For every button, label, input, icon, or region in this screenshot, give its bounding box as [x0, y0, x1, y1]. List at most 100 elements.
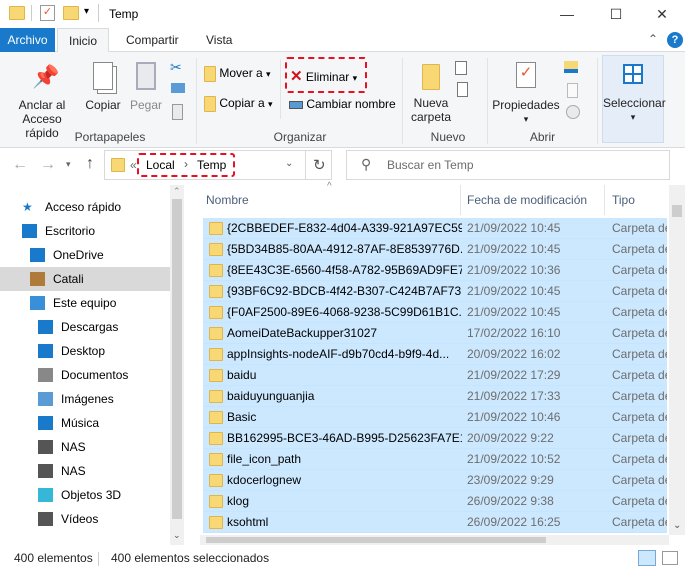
sidebar-item-label: Vídeos — [61, 512, 99, 526]
nav-scrollbar[interactable]: ⌃ ⌄ — [170, 185, 184, 545]
paste-button[interactable]: Pegar — [128, 54, 164, 112]
file-row[interactable]: klog 26/09/2022 9:38 Carpeta de — [203, 491, 667, 512]
window-title: Temp — [109, 7, 139, 21]
sidebar-item[interactable]: Imágenes — [0, 387, 170, 411]
file-row[interactable]: {93BF6C92-BDCB-4f42-B307-C424B7AF73... 21… — [203, 281, 667, 302]
address-bar[interactable]: « Local › Temp ⌄ ↻ — [104, 150, 332, 180]
edit-icon[interactable] — [567, 83, 578, 98]
new-folder-quick-icon[interactable] — [63, 6, 79, 20]
file-row[interactable]: {8EE43C3E-6560-4f58-A782-95B69AD9FE7... 2… — [203, 260, 667, 281]
file-row[interactable]: baiduyunguanjia 21/09/2022 17:33 Carpeta d… — [203, 386, 667, 407]
help-icon[interactable]: ? — [667, 32, 683, 48]
customize-toolbar-icon[interactable]: ▾ — [84, 6, 89, 17]
sidebar-item[interactable]: Música — [0, 411, 170, 435]
sidebar-item[interactable]: Descargas — [0, 315, 170, 339]
divider — [604, 185, 605, 215]
file-row[interactable]: ksohtml 26/09/2022 16:25 Carpeta de — [203, 512, 667, 533]
move-to-button[interactable]: Mover a ▾ — [204, 66, 271, 82]
sidebar-item[interactable]: NAS — [0, 459, 170, 483]
paste-shortcut-icon[interactable] — [172, 104, 183, 120]
search-input[interactable]: ⚲ Buscar en Temp — [346, 150, 670, 180]
file-date: 21/09/2022 17:33 — [467, 389, 561, 403]
large-icons-view-icon[interactable] — [662, 551, 678, 565]
sidebar-item[interactable]: ★ Acceso rápido — [0, 195, 170, 219]
sidebar-item[interactable]: Desktop — [0, 339, 170, 363]
pin-quick-access-button[interactable]: 📌 Anclar al Acceso rápido — [7, 54, 77, 140]
file-row[interactable]: {2CBBEDEF-E832-4d04-A339-921A97EC59... 21… — [203, 218, 667, 239]
file-row[interactable]: baidu 21/09/2022 17:29 Carpeta de — [203, 365, 667, 386]
sidebar-item[interactable]: Documentos — [0, 363, 170, 387]
address-dropdown-icon[interactable]: ⌄ — [285, 158, 293, 169]
column-fecha[interactable]: Fecha de modificación — [467, 193, 587, 207]
sidebar-item[interactable]: Escritorio — [0, 219, 170, 243]
file-type: Carpeta de — [612, 473, 667, 487]
scroll-thumb[interactable] — [172, 199, 182, 519]
file-name: baidu — [227, 368, 257, 382]
sidebar-item[interactable]: Vídeos — [0, 507, 170, 531]
file-row[interactable]: {5BD34B85-80AA-4912-87AF-8E8539776D... 21… — [203, 239, 667, 260]
file-row[interactable]: kdocerlognew 23/09/2022 9:29 Carpeta de — [203, 470, 667, 491]
minimize-button[interactable]: — — [544, 0, 590, 28]
scroll-down-icon[interactable]: ⌄ — [173, 530, 181, 541]
file-row[interactable]: {F0AF2500-89E6-4068-9238-5C99D61B1C... 21… — [203, 302, 667, 323]
up-button[interactable]: ↑ — [86, 155, 94, 173]
sidebar-item[interactable]: Catali — [0, 267, 170, 291]
select-label: Seleccionar — [603, 96, 666, 110]
new-item-icon[interactable] — [455, 61, 467, 75]
open-icon[interactable] — [564, 61, 578, 73]
file-row[interactable]: AomeiDateBackupper31027 17/02/2022 16:10 C… — [203, 323, 667, 344]
sidebar-item[interactable]: Este equipo — [0, 291, 170, 315]
folder-icon — [209, 474, 223, 487]
copy-button[interactable]: Copiar — [84, 54, 122, 112]
history-icon[interactable] — [566, 105, 580, 119]
scroll-up-icon[interactable]: ⌃ — [173, 186, 181, 197]
properties-button[interactable]: ✓ Propiedades ▾ — [492, 54, 560, 126]
scroll-thumb[interactable] — [206, 537, 546, 543]
tab-inicio[interactable]: Inicio — [57, 28, 110, 53]
sidebar-item[interactable]: OneDrive — [0, 243, 170, 267]
column-tipo[interactable]: Tipo — [612, 193, 635, 207]
overflow-crumb[interactable]: « — [130, 158, 137, 172]
easy-access-icon[interactable] — [457, 82, 468, 97]
delete-button[interactable]: ✕ Eliminar ▾ — [290, 67, 357, 85]
details-view-icon[interactable] — [638, 550, 656, 566]
forward-button[interactable]: → — [40, 156, 56, 174]
properties-label: Propiedades — [492, 98, 560, 112]
tab-vista[interactable]: Vista — [195, 28, 243, 52]
collapse-ribbon-icon[interactable]: ⌃ — [648, 32, 658, 46]
cut-icon[interactable]: ✂ — [170, 59, 182, 76]
tab-compartir[interactable]: Compartir — [115, 28, 190, 52]
file-row[interactable]: Basic 21/09/2022 10:46 Carpeta de — [203, 407, 667, 428]
back-button[interactable]: ← — [12, 156, 28, 174]
properties-quick-icon[interactable]: ✓ — [40, 5, 55, 21]
rename-button[interactable]: Cambiar nombre — [289, 97, 396, 111]
copy-to-button[interactable]: Copiar a ▾ — [204, 96, 273, 112]
sidebar-item[interactable]: NAS — [0, 435, 170, 459]
file-row[interactable]: BB162995-BCE3-46AD-B995-D25623FA7E17 20/0… — [203, 428, 667, 449]
sidebar-item[interactable]: Objetos 3D — [0, 483, 170, 507]
crumb-local[interactable]: Local — [146, 158, 175, 172]
refresh-icon[interactable]: ↻ — [313, 156, 326, 174]
crumb-temp[interactable]: Temp — [197, 158, 226, 172]
file-name: appInsights-nodeAIF-d9b70cd4-b9f9-4d... — [227, 347, 450, 361]
column-header: ^ Nombre Fecha de modificación Tipo — [200, 181, 685, 215]
file-name: {F0AF2500-89E6-4068-9238-5C99D61B1C... — [227, 305, 462, 319]
file-row[interactable]: appInsights-nodeAIF-d9b70cd4-b9f9-4d... 2… — [203, 344, 667, 365]
column-nombre[interactable]: Nombre — [206, 193, 249, 207]
scroll-thumb[interactable] — [672, 205, 682, 217]
maximize-button[interactable]: ☐ — [593, 0, 639, 28]
sidebar-item-label: Desktop — [61, 344, 106, 358]
divider — [280, 59, 281, 119]
recent-locations-button[interactable]: ▾ — [66, 159, 71, 170]
select-button[interactable]: Seleccionar ▾ — [602, 55, 666, 143]
divider — [98, 552, 99, 566]
copy-path-icon[interactable] — [171, 83, 185, 93]
file-row[interactable]: file_icon_path 21/09/2022 10:52 Carpeta de — [203, 449, 667, 470]
folder-icon — [209, 516, 223, 529]
file-list-scrollbar[interactable]: ⌄ — [669, 185, 685, 535]
scroll-down-icon[interactable]: ⌄ — [673, 520, 681, 531]
tab-archivo[interactable]: Archivo — [0, 28, 55, 52]
new-folder-button[interactable]: Nueva carpeta — [408, 54, 454, 124]
close-button[interactable]: ✕ — [639, 0, 685, 28]
horizontal-scrollbar[interactable] — [200, 535, 669, 545]
